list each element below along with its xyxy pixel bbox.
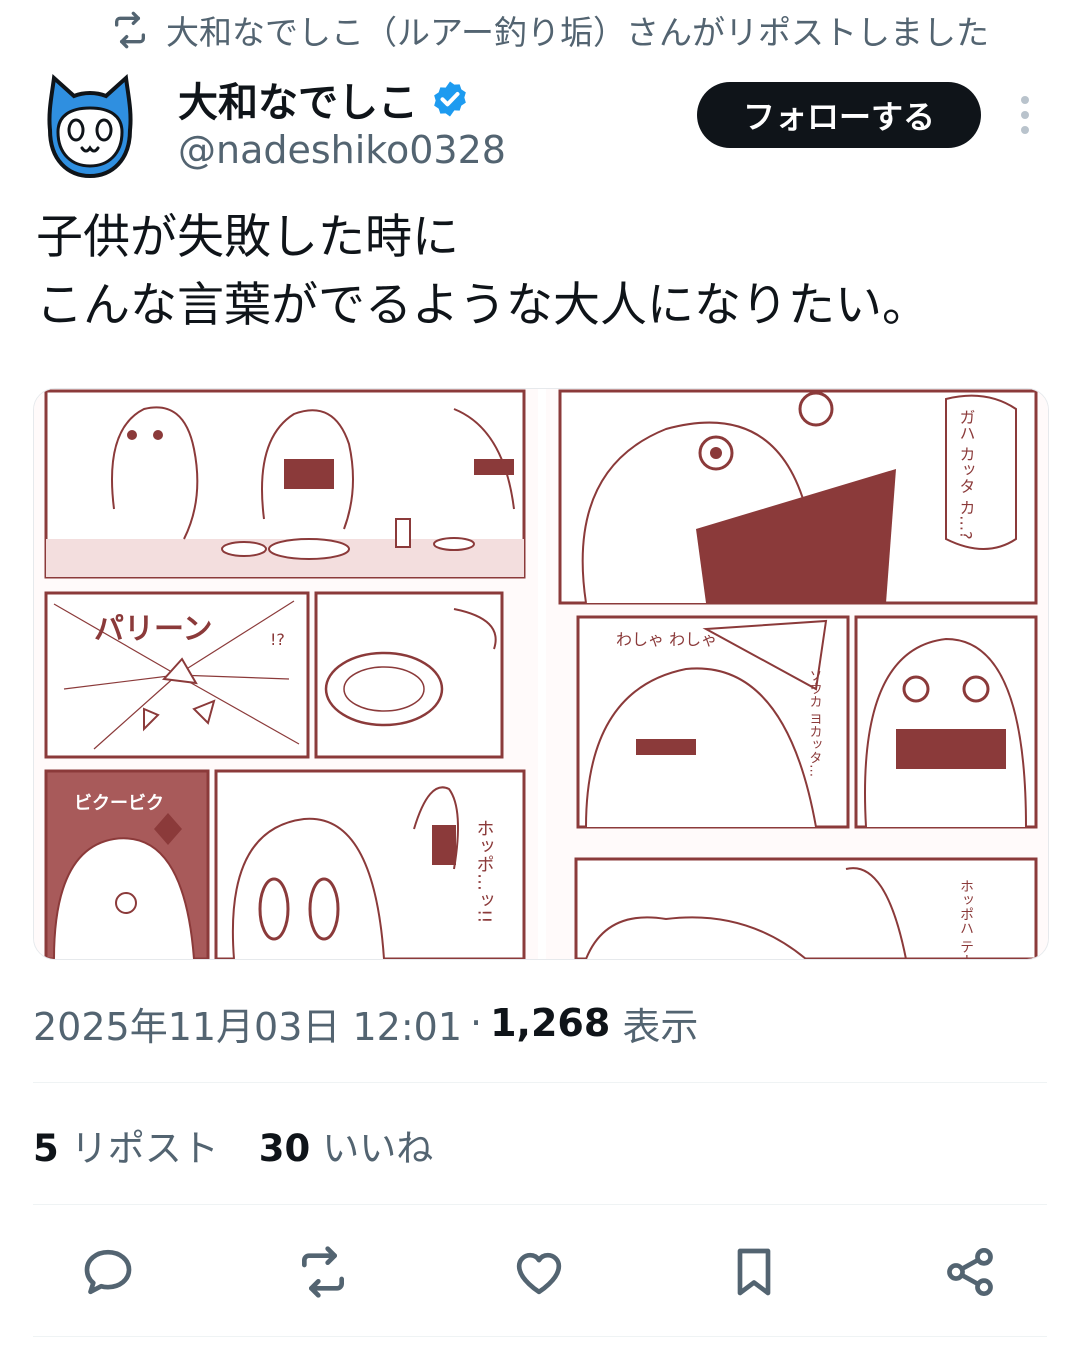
repost-icon bbox=[115, 11, 145, 49]
like-button[interactable] bbox=[507, 1240, 571, 1304]
engagement-stats: 5 リポスト 30 いいね bbox=[33, 1120, 433, 1170]
more-vertical-icon[interactable] bbox=[1008, 94, 1042, 136]
divider bbox=[33, 1082, 1047, 1083]
divider bbox=[33, 1204, 1047, 1205]
divider bbox=[33, 1336, 1047, 1337]
manga-image-2[interactable]: ガハ カッタ カ…? わしゃ わしゃ ソウカ ヨカッタ… ホッポハ テーブル フ… bbox=[546, 389, 1048, 959]
repost-icon bbox=[302, 1246, 344, 1298]
meta-separator: · bbox=[470, 1001, 483, 1045]
manga-sfx-text: パリーン bbox=[94, 612, 213, 647]
tweet-timestamp[interactable]: 2025年11月03日 12:01 bbox=[33, 996, 462, 1051]
avatar[interactable] bbox=[40, 72, 140, 182]
views-count: 1,268 bbox=[490, 1001, 611, 1045]
verified-badge-icon bbox=[434, 81, 466, 117]
repost-banner-text: 大和なでしこ（ルアー釣り垢）さんがリポストしました bbox=[166, 13, 990, 52]
manga-sfx-text: わしゃ わしゃ bbox=[616, 630, 717, 649]
manga-dialog-text: ソウカ ヨカッタ… bbox=[807, 669, 822, 777]
author-handle[interactable]: @nadeshiko0328 bbox=[178, 128, 506, 172]
bookmark-button[interactable] bbox=[722, 1240, 786, 1304]
repost-banner[interactable]: 大和なでしこ（ルアー釣り垢）さんがリポストしました bbox=[110, 6, 989, 54]
reposts-stat[interactable]: 5 リポスト bbox=[33, 1118, 219, 1172]
reply-icon bbox=[84, 1249, 132, 1295]
bookmark-icon bbox=[737, 1248, 771, 1296]
manga-image-1[interactable]: パリーン !? ビクービク ホッポ…ッ!! bbox=[34, 389, 538, 959]
tweet-meta: 2025年11月03日 12:01 · 1,268 表示 bbox=[33, 996, 699, 1051]
reposts-count: 5 bbox=[33, 1127, 59, 1170]
follow-button[interactable]: フォローする bbox=[697, 82, 981, 148]
reply-button[interactable] bbox=[76, 1240, 140, 1304]
manga-sfx-text: ビクービク bbox=[74, 793, 164, 814]
likes-label: いいね bbox=[322, 1127, 434, 1170]
views-label: 表示 bbox=[622, 1004, 699, 1049]
like-heart-icon bbox=[516, 1252, 562, 1295]
repost-button[interactable] bbox=[291, 1240, 355, 1304]
manga-dialog-text: ホッポハ テーブル フイテクル bbox=[958, 879, 974, 959]
likes-stat[interactable]: 30 いいね bbox=[259, 1118, 434, 1172]
manga-exclaim-text: !? bbox=[270, 630, 285, 649]
tweet-text-line-1: 子供が失敗した時に bbox=[36, 210, 459, 265]
manga-dialog-text: ホッポ…ッ!! bbox=[474, 819, 495, 923]
share-button[interactable] bbox=[938, 1240, 1002, 1304]
tweet-text-line-2: こんな言葉がでるような大人になりたい。 bbox=[36, 278, 929, 333]
media-grid[interactable]: パリーン !? ビクービク ホッポ…ッ!! ガハ カッタ カ…? わしゃ わしゃ… bbox=[33, 388, 1049, 960]
share-icon bbox=[947, 1247, 993, 1297]
reposts-label: リポスト bbox=[70, 1127, 219, 1170]
author-display-name-row[interactable]: 大和なでしこ bbox=[178, 74, 470, 126]
likes-count: 30 bbox=[258, 1127, 311, 1170]
manga-dialog-text: ガハ カッタ カ…? bbox=[957, 409, 976, 540]
author-display-name[interactable]: 大和なでしこ bbox=[178, 70, 418, 128]
tweet-text: 子供が失敗した時に こんな言葉がでるような大人になりたい。 bbox=[36, 204, 1046, 340]
